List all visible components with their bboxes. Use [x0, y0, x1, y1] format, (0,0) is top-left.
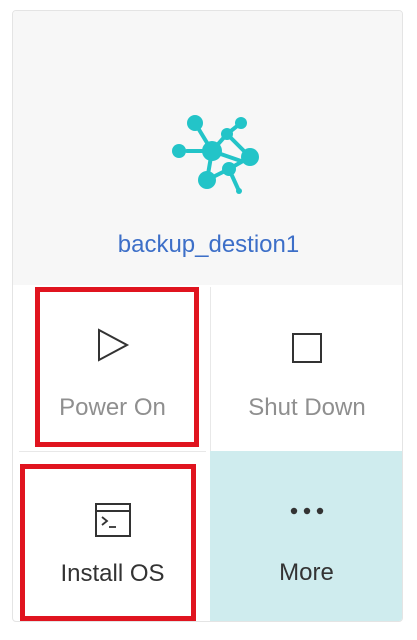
vm-card: backup_destion1 Power On Shut Down Insta… [12, 10, 403, 622]
vm-actions-grid: Power On Shut Down Install OS More [13, 285, 402, 621]
vm-card-header: backup_destion1 [13, 11, 402, 285]
power-on-label: Power On [59, 394, 166, 421]
play-icon [97, 328, 129, 362]
network-topology-icon [172, 115, 259, 194]
more-label: More [279, 559, 334, 586]
terminal-window-icon [94, 503, 131, 537]
more-button[interactable]: More [210, 451, 402, 621]
install-os-button[interactable]: Install OS [19, 451, 206, 621]
vm-name-link[interactable]: backup_destion1 [13, 231, 402, 259]
power-on-button[interactable]: Power On [19, 287, 206, 451]
install-os-label: Install OS [60, 560, 165, 587]
shut-down-label: Shut Down [248, 394, 366, 421]
stop-square-icon [292, 333, 322, 363]
ellipsis-icon [290, 507, 323, 515]
shut-down-button[interactable]: Shut Down [210, 287, 402, 451]
